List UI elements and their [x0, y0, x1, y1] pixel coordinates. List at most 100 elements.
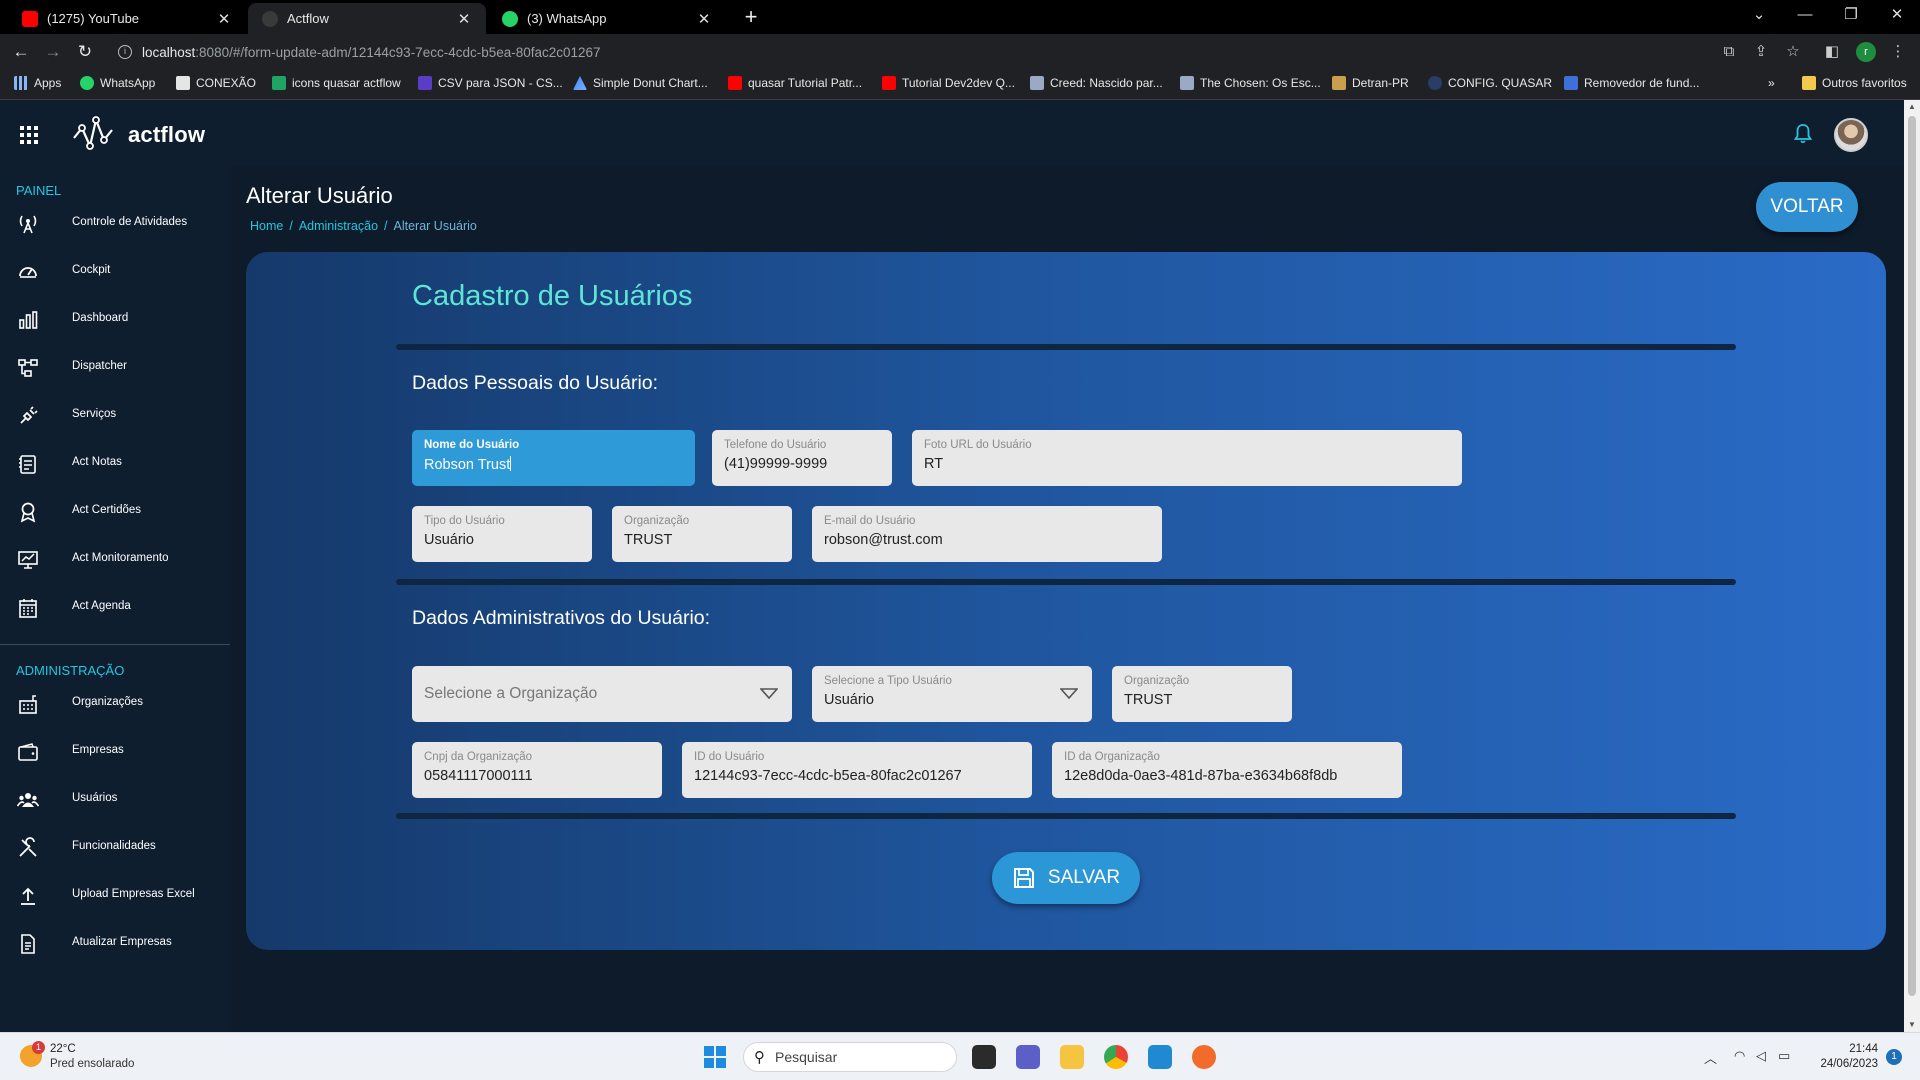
weather-temperature[interactable]: 22°C [50, 1043, 76, 1055]
sidebar-item-usuarios[interactable]: Usuários [0, 780, 230, 820]
organizacao-field[interactable]: Organização TRUST [612, 506, 792, 562]
chevron-down-icon [760, 688, 778, 699]
id-organizacao-field[interactable]: ID da Organização 12e8d0da-0ae3-481d-87b… [1052, 742, 1402, 798]
task-view-icon[interactable] [972, 1045, 996, 1069]
sidebar-item-organizacoes[interactable]: Organizações [0, 684, 230, 724]
bookmark-other-favorites[interactable]: Outros favoritos [1802, 76, 1907, 90]
bookmark-star-icon[interactable]: ☆ [1783, 42, 1803, 62]
notification-badge[interactable]: 1 [1886, 1049, 1902, 1065]
tab-search-icon[interactable]: ⌄ [1736, 0, 1782, 34]
tab-actflow[interactable]: Actflow ✕ [248, 3, 486, 34]
bookmark-detran[interactable]: Detran-PR [1332, 76, 1409, 90]
user-avatar[interactable] [1834, 118, 1868, 152]
vscode-icon[interactable] [1148, 1045, 1172, 1069]
volume-icon[interactable]: ◁ [1756, 1048, 1766, 1064]
bookmarks-more-button[interactable]: » [1768, 76, 1775, 90]
minimize-button[interactable]: — [1782, 0, 1828, 34]
sidebar-item-dispatcher[interactable]: Dispatcher [0, 348, 230, 388]
bookmark-label: WhatsApp [100, 76, 156, 90]
save-button[interactable]: SALVAR [992, 852, 1140, 904]
reload-icon[interactable]: ↻ [72, 39, 98, 65]
remover-icon [1564, 76, 1578, 90]
bookmark-whatsapp[interactable]: WhatsApp [80, 76, 155, 90]
share-icon[interactable]: ⇪ [1751, 42, 1771, 62]
nome-usuario-field[interactable]: Nome do Usuário Robson Trust [412, 430, 695, 486]
youtube-icon [22, 10, 38, 27]
sidebar-item-dashboard[interactable]: Dashboard [0, 300, 230, 340]
address-bar[interactable]: i localhost:8080/#/form-update-adm/12144… [108, 38, 1786, 66]
bookmark-quasar-tutorial[interactable]: quasar Tutorial Patr... [728, 76, 862, 90]
sidebar-item-atualizar-empresas[interactable]: Atualizar Empresas [0, 924, 230, 964]
bell-icon[interactable] [1794, 124, 1812, 144]
close-icon[interactable]: ✕ [456, 10, 472, 28]
bookmark-the-chosen[interactable]: The Chosen: Os Esc... [1180, 76, 1321, 90]
field-label: Foto URL do Usuário [924, 439, 1032, 451]
bookmark-removedor[interactable]: Removedor de fund... [1564, 76, 1699, 90]
system-clock[interactable]: 21:44 24/06/2023 [1812, 1042, 1878, 1072]
organization-icon [19, 695, 37, 714]
sidebar-item-funcionalidades[interactable]: Funcionalidades [0, 828, 230, 868]
id-usuario-field[interactable]: ID do Usuário 12144c93-7ecc-4cdc-b5ea-80… [682, 742, 1032, 798]
bookmark-dev2dev[interactable]: Tutorial Dev2dev Q... [882, 76, 1015, 90]
bookmark-config-quasar[interactable]: CONFIG. QUASAR [1428, 76, 1552, 90]
sidebar-item-act-agenda[interactable]: Act Agenda [0, 588, 230, 628]
sidebar-item-upload-empresas[interactable]: Upload Empresas Excel [0, 876, 230, 916]
back-button[interactable]: VOLTAR [1756, 182, 1858, 232]
breadcrumb-administracao[interactable]: Administração [299, 219, 378, 233]
tipo-usuario-field[interactable]: Tipo do Usuário Usuário [412, 506, 592, 562]
weather-description[interactable]: Pred ensolarado [50, 1058, 134, 1070]
email-field[interactable]: E-mail do Usuário robson@trust.com [812, 506, 1162, 562]
sidebar-item-act-certidoes[interactable]: Act Certidões [0, 492, 230, 532]
url-host: localhost [142, 44, 196, 60]
scroll-down-icon[interactable]: ▼ [1904, 1018, 1920, 1032]
close-icon[interactable]: ✕ [696, 10, 712, 28]
tray-overflow-icon[interactable]: ︿ [1704, 1048, 1717, 1067]
telefone-usuario-field[interactable]: Telefone do Usuário (41)99999-9999 [712, 430, 892, 486]
teams-icon[interactable] [1016, 1045, 1040, 1069]
page-scrollbar[interactable]: ▲ ▼ [1904, 100, 1920, 1032]
bookmark-donut-chart[interactable]: Simple Donut Chart... [573, 76, 708, 90]
scroll-up-icon[interactable]: ▲ [1904, 100, 1920, 114]
organizacao-admin-field[interactable]: Organização TRUST [1112, 666, 1292, 722]
menu-dots-icon[interactable]: ⋮ [1888, 42, 1908, 62]
back-arrow-icon[interactable]: ← [8, 39, 34, 65]
postman-icon[interactable] [1192, 1045, 1216, 1069]
chrome-icon[interactable] [1104, 1045, 1128, 1069]
select-tipo-usuario-dropdown[interactable]: Selecione a Tipo Usuário Usuário [812, 666, 1092, 722]
sidebar-item-act-monitoramento[interactable]: Act Monitoramento [0, 540, 230, 580]
sidebar-item-act-notas[interactable]: Act Notas [0, 444, 230, 484]
site-info-icon[interactable]: i [118, 45, 132, 59]
file-explorer-icon[interactable] [1060, 1045, 1084, 1069]
new-tab-button[interactable]: + [738, 5, 764, 31]
close-icon[interactable]: ✕ [216, 10, 232, 28]
restore-button[interactable]: ❐ [1828, 0, 1874, 34]
bookmark-csv-json[interactable]: CSV para JSON - CS... [418, 76, 563, 90]
film-icon [1180, 76, 1194, 90]
cnpj-field[interactable]: Cnpj da Organização 05841117000111 [412, 742, 662, 798]
foto-url-field[interactable]: Foto URL do Usuário RT [912, 430, 1462, 486]
sidebar-item-servicos[interactable]: Serviços [0, 396, 230, 436]
bookmark-icons-quasar[interactable]: icons quasar actflow [272, 76, 401, 90]
bookmark-apps[interactable]: Apps [14, 76, 61, 90]
forward-arrow-icon[interactable]: → [40, 39, 66, 65]
scrollbar-thumb[interactable] [1908, 116, 1916, 996]
sidebar-item-empresas[interactable]: Empresas [0, 732, 230, 772]
windows-start-icon[interactable] [704, 1046, 726, 1068]
taskbar-search[interactable]: ⚲ Pesquisar [743, 1042, 957, 1072]
breadcrumb-home[interactable]: Home [250, 219, 283, 233]
sidebar-item-controle-atividades[interactable]: Controle de Atividades [0, 204, 230, 244]
battery-icon[interactable]: ▭ [1778, 1048, 1790, 1064]
sidebar-item-cockpit[interactable]: Cockpit [0, 252, 230, 292]
select-organizacao-dropdown[interactable]: Selecione a Organização [412, 666, 792, 722]
profile-avatar[interactable]: r [1856, 42, 1876, 62]
close-window-button[interactable]: ✕ [1874, 0, 1920, 34]
tab-whatsapp[interactable]: (3) WhatsApp ✕ [488, 3, 726, 34]
bookmark-creed[interactable]: Creed: Nascido par... [1030, 76, 1163, 90]
wifi-icon[interactable]: ◠ [1734, 1048, 1745, 1064]
apps-menu-icon[interactable] [20, 126, 38, 144]
bookmark-conexao[interactable]: CONEXÃO [176, 76, 256, 90]
youtube-icon [728, 76, 742, 90]
tab-youtube[interactable]: (1275) YouTube ✕ [8, 3, 246, 34]
side-panel-icon[interactable]: ◧ [1822, 42, 1842, 62]
translate-icon[interactable]: ⧉ [1719, 42, 1739, 62]
